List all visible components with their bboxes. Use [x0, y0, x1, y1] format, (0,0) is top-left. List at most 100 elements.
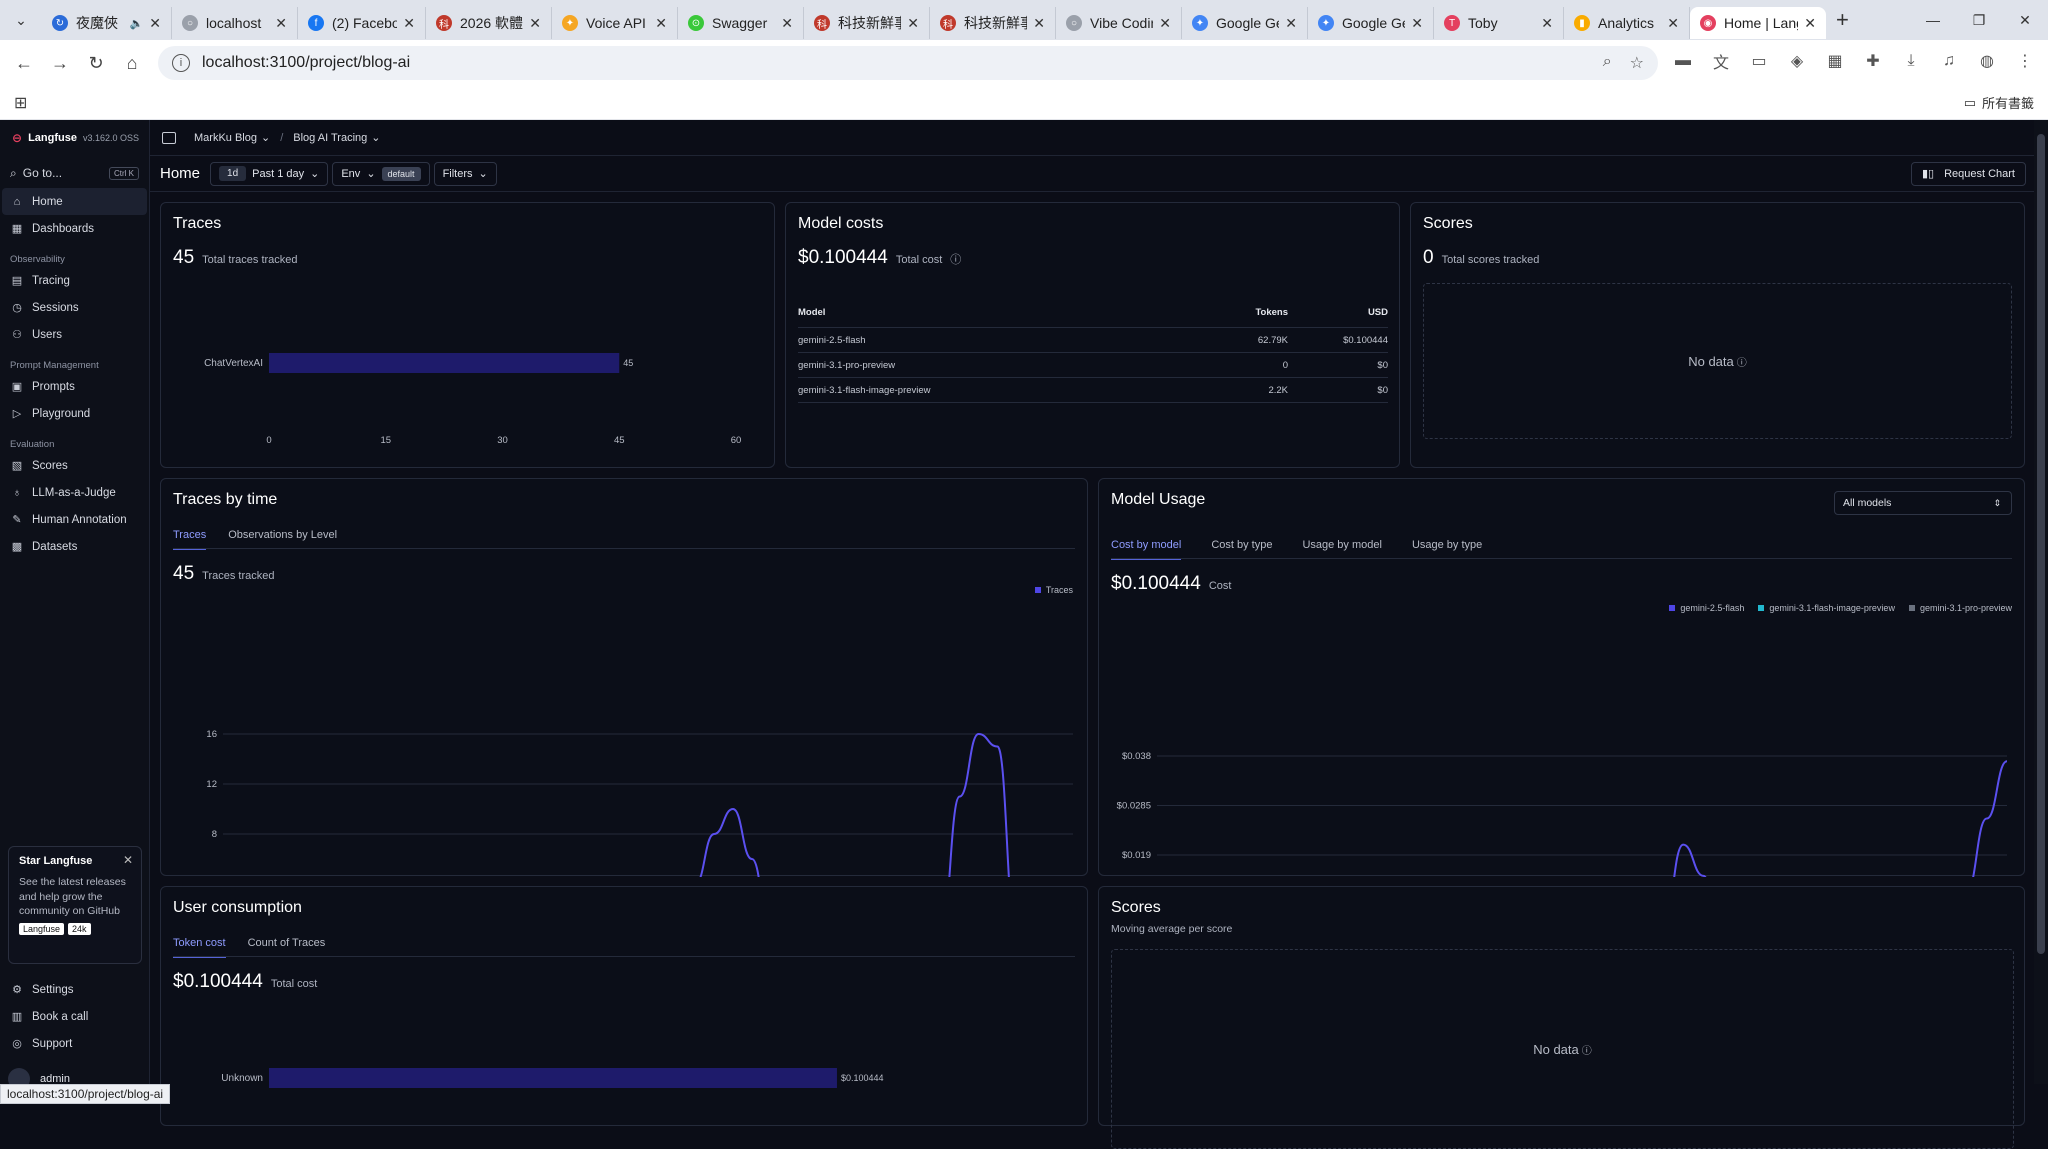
toggle-sidebar-icon[interactable]: [162, 131, 176, 144]
zoom-icon[interactable]: ⌕: [1603, 53, 1612, 73]
close-tab-icon[interactable]: ✕: [1411, 15, 1423, 32]
browser-tab[interactable]: ⊙ Swagger ✕: [678, 7, 804, 39]
sidebar-item-tracing[interactable]: ▤ Tracing: [2, 267, 147, 294]
tab-title: 2026 軟體: [460, 15, 524, 31]
extension-icon[interactable]: ▬: [1672, 50, 1694, 72]
tab-search-chevron-icon[interactable]: ⌄: [0, 0, 42, 40]
tab-title: (2) Facebook: [332, 15, 398, 31]
tab-favicon-icon: ◉: [1700, 15, 1716, 31]
close-tab-icon[interactable]: ✕: [275, 15, 287, 32]
close-tab-icon[interactable]: ✕: [1285, 15, 1297, 32]
extension-icon[interactable]: ◈: [1786, 50, 1808, 72]
close-tab-icon[interactable]: ✕: [1033, 15, 1045, 32]
bookmark-star-icon[interactable]: ☆: [1630, 53, 1644, 73]
close-window-icon[interactable]: ✕: [2002, 0, 2048, 40]
request-chart-button[interactable]: ▮▯ Request Chart: [1910, 161, 2026, 186]
browser-tab[interactable]: ✦ Google Gemini ✕: [1308, 7, 1434, 39]
minimize-icon[interactable]: —: [1910, 0, 1956, 40]
browser-tab[interactable]: ↻ 夜魔俠 🔈 ✕: [42, 7, 172, 39]
browser-tab[interactable]: 科 2026 軟體 ✕: [426, 7, 552, 39]
sidebar-item-scores[interactable]: ▧ Scores: [2, 452, 147, 479]
media-icon[interactable]: ♫: [1938, 50, 1960, 72]
browser-tab[interactable]: ✦ Google Gemini ✕: [1182, 7, 1308, 39]
sidebar-item-sessions[interactable]: ◷ Sessions: [2, 294, 147, 321]
profile-avatar[interactable]: ◍: [1976, 50, 1998, 72]
forward-icon[interactable]: →: [42, 45, 78, 81]
sidebar-item-datasets[interactable]: ▩ Datasets: [2, 533, 147, 560]
sidebar-item-label: Datasets: [32, 540, 78, 553]
extension-icon[interactable]: ▭: [1748, 50, 1770, 72]
tab-title: 科技新鮮事: [838, 15, 902, 31]
site-info-icon[interactable]: i: [172, 54, 190, 72]
menu-icon[interactable]: ⋮: [2014, 50, 2036, 72]
browser-tab[interactable]: T Toby ✕: [1434, 7, 1564, 39]
new-tab-button[interactable]: +: [1836, 7, 1849, 33]
sidebar-item-home[interactable]: ⌂ Home: [2, 188, 147, 215]
close-tab-icon[interactable]: ✕: [1159, 15, 1171, 32]
card-title: Scores: [1111, 899, 1161, 916]
sidebar-item-prompts[interactable]: ▣ Prompts: [2, 373, 147, 400]
sidebar-item-settings[interactable]: ⚙ Settings: [2, 976, 148, 1003]
sidebar-item-label: LLM-as-a-Judge: [32, 486, 116, 499]
info-icon[interactable]: ⓘ: [1582, 1042, 1592, 1057]
puzzle-icon[interactable]: ✚: [1862, 50, 1884, 72]
goto-search[interactable]: ⌕ Go to... Ctrl K: [6, 162, 143, 184]
reload-icon[interactable]: ↻: [78, 45, 114, 81]
sidebar-item-llm-as-a-judge[interactable]: ♁ LLM-as-a-Judge: [2, 479, 147, 506]
audio-icon[interactable]: 🔈: [130, 17, 144, 30]
apps-grid-icon[interactable]: ⊞: [14, 93, 27, 113]
extension-icons: ▬ 文 ▭ ◈ ▦ ✚ ⤓ ♫ ◍ ⋮: [1672, 50, 2036, 72]
browser-tab[interactable]: ✦ Voice API ✕: [552, 7, 678, 39]
close-tab-icon[interactable]: ✕: [781, 15, 793, 32]
close-tab-icon[interactable]: ✕: [529, 15, 541, 32]
download-icon[interactable]: ⤓: [1900, 50, 1922, 72]
bar-category-label: ChatVertexAI: [204, 358, 263, 369]
github-star-button[interactable]: Langfuse 24k: [19, 922, 131, 935]
close-tab-icon[interactable]: ✕: [1667, 15, 1679, 32]
address-bar[interactable]: i localhost:3100/project/blog-ai ⌕ ☆: [158, 46, 1658, 80]
close-tab-icon[interactable]: ✕: [149, 15, 161, 32]
breadcrumb-project[interactable]: Blog AI Tracing ⌄: [293, 131, 380, 145]
info-icon[interactable]: ⓘ: [950, 251, 961, 267]
close-tab-icon[interactable]: ✕: [1541, 15, 1553, 32]
close-tab-icon[interactable]: ✕: [655, 15, 667, 32]
filters-button[interactable]: Filters ⌄: [433, 161, 497, 186]
browser-tab[interactable]: 科科技新鮮事 ✕: [804, 7, 930, 39]
tab-title: 科技新鮮事: [964, 15, 1028, 31]
sidebar-item-dashboards[interactable]: ▦ Dashboards: [2, 215, 147, 242]
date-range-picker[interactable]: 1d Past 1 day ⌄: [210, 161, 329, 186]
browser-tab[interactable]: f (2) Facebook ✕: [298, 7, 426, 39]
breadcrumb-org[interactable]: MarkKu Blog ⌄: [194, 131, 271, 145]
page-scrollbar[interactable]: [2034, 120, 2048, 1084]
brand[interactable]: ⊖ Langfuse v3.162.0 OSS: [0, 120, 149, 156]
browser-tab[interactable]: ○ localhost ✕: [172, 7, 298, 39]
translate-icon[interactable]: 文: [1710, 50, 1732, 72]
sidebar-item-users[interactable]: ⚇ Users: [2, 321, 147, 348]
info-icon[interactable]: ⓘ: [1737, 354, 1747, 369]
x-tick-label: 45: [614, 435, 625, 446]
browser-tab[interactable]: ◉ Home | Langfuse ✕: [1690, 7, 1826, 39]
sidebar-item-book-a-call[interactable]: ▥ Book a call: [2, 1003, 148, 1030]
scrollbar-thumb[interactable]: [2037, 134, 2045, 954]
sidebar-item-playground[interactable]: ▷ Playground: [2, 400, 147, 427]
calendar-icon[interactable]: ▦: [1824, 50, 1846, 72]
browser-tab[interactable]: ○ Vibe Coding ✕: [1056, 7, 1182, 39]
series-line: [699, 732, 1010, 877]
close-tab-icon[interactable]: ✕: [403, 15, 415, 32]
sidebar-item-support[interactable]: ◎ Support: [2, 1030, 148, 1057]
close-tab-icon[interactable]: ✕: [1804, 15, 1816, 32]
close-icon[interactable]: ✕: [123, 853, 133, 867]
restore-icon[interactable]: ❐: [1956, 0, 2002, 40]
browser-tab[interactable]: ▮ Analytics ✕: [1564, 7, 1690, 39]
chevron-down-icon: ⌄: [260, 132, 271, 144]
all-bookmarks[interactable]: ▭ 所有書籤: [1964, 93, 2034, 112]
tab-title: localhost: [206, 15, 262, 31]
close-tab-icon[interactable]: ✕: [907, 15, 919, 32]
sidebar-item-human-annotation[interactable]: ✎ Human Annotation: [2, 506, 147, 533]
back-icon[interactable]: ←: [6, 45, 42, 81]
browser-tab[interactable]: 科科技新鮮事 ✕: [930, 7, 1056, 39]
env-filter[interactable]: Env ⌄ default: [332, 161, 430, 186]
y-tick-label: $0.019: [1122, 850, 1151, 861]
home-icon[interactable]: ⌂: [114, 45, 150, 81]
y-tick-label: 16: [206, 729, 217, 740]
